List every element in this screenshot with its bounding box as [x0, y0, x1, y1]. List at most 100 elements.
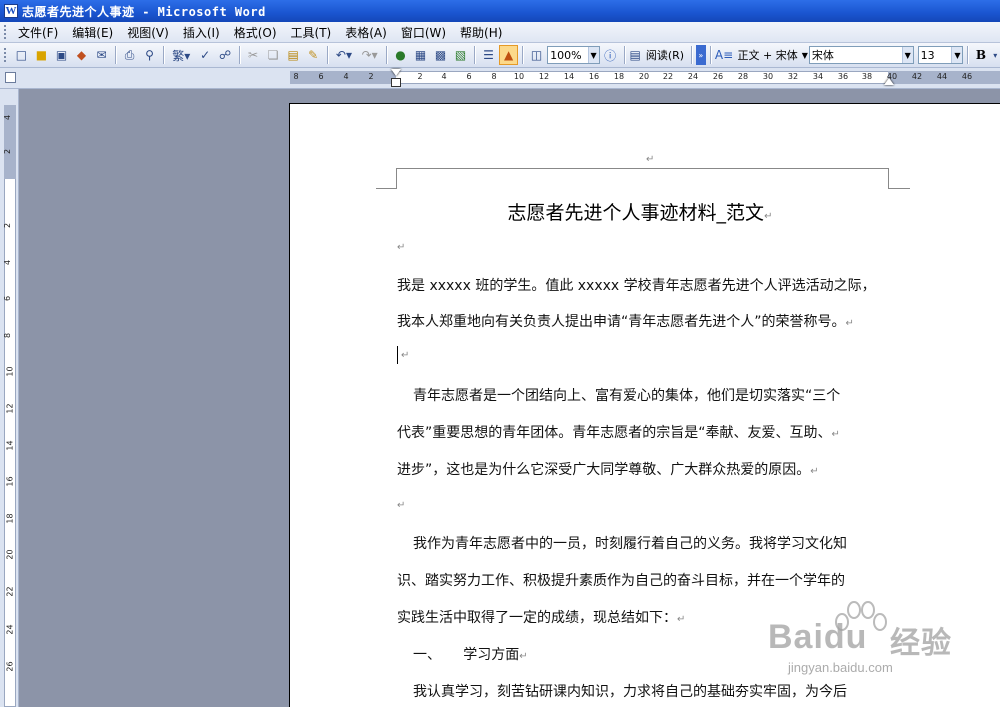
new-document-icon[interactable]: □ — [12, 45, 31, 65]
ruler-tick: 30 — [762, 72, 774, 81]
baidu-jingyan-watermark: Baidu 经验 jingyan.baidu.com — [768, 600, 988, 690]
body-line[interactable]: 我作为青年志愿者中的一员，时刻履行着自己的义务。我将学习文化知 — [413, 533, 847, 553]
toolbar-separator — [163, 46, 164, 64]
document-map-icon[interactable]: ◫ — [527, 45, 546, 65]
menu-tools[interactable]: 工具(T) — [284, 24, 339, 41]
vruler-tick: 12 — [5, 403, 15, 414]
chevron-down-icon[interactable]: ▼ — [901, 47, 913, 63]
menu-insert[interactable]: 插入(I) — [176, 24, 227, 41]
ruler-tick: 16 — [588, 72, 600, 81]
paragraph-mark-icon: ↵ — [397, 500, 406, 511]
style-dropdown-icon[interactable]: ▼ — [802, 51, 808, 60]
print-preview-icon[interactable]: ⚲ — [140, 45, 159, 65]
header-rule — [376, 188, 396, 189]
permission-icon[interactable]: ◆ — [72, 45, 91, 65]
hyperlink-icon[interactable]: ● — [391, 45, 410, 65]
drawing-icon[interactable]: ▲ — [499, 45, 519, 65]
copy-icon[interactable]: ❏ — [264, 45, 283, 65]
font-value: 宋体 — [811, 49, 834, 62]
paragraph-mark-icon: ↵ — [397, 242, 406, 253]
body-line[interactable]: 我是 xxxxx 班的学生。值此 xxxxx 学校青年志愿者先进个人评选活动之际… — [397, 275, 876, 295]
insert-table-icon[interactable]: ▩ — [431, 45, 450, 65]
body-line[interactable]: 青年志愿者是一个团结向上、富有爱心的集体，他们是切实落实“三个 — [413, 385, 840, 405]
email-icon[interactable]: ✉ — [92, 45, 111, 65]
ruler-tick: 18 — [613, 72, 625, 81]
traditional-chinese-icon[interactable]: 繁▾ — [168, 45, 195, 65]
ruler-tick: 44 — [936, 72, 948, 81]
zoom-combo[interactable]: 100% ▼ — [547, 46, 600, 64]
word-app-icon[interactable]: W — [4, 4, 18, 18]
ruler-tick: 24 — [687, 72, 699, 81]
left-indent-marker[interactable] — [391, 78, 401, 87]
toolbar-options-icon[interactable]: » — [696, 45, 706, 65]
body-line[interactable]: 代表”重要思想的青年团体。青年志愿者的宗旨是“奉献、友爱、互助、↵ — [397, 422, 840, 442]
toolbar-separator — [115, 46, 116, 64]
ruler-tick: 34 — [812, 72, 824, 81]
spelling-icon[interactable]: ✓ — [196, 45, 215, 65]
vertical-ruler[interactable]: 4 2 2 4 6 8 10 12 14 16 18 20 22 24 26 — [0, 89, 19, 707]
ruler-tick: 2 — [368, 72, 374, 81]
font-size-combo[interactable]: 13 ▼ — [917, 46, 964, 64]
menu-format[interactable]: 格式(O) — [227, 24, 284, 41]
watermark-brand: Baidu — [768, 618, 868, 656]
horizontal-ruler[interactable]: 8 6 4 2 2 4 6 8 10 12 14 16 18 20 22 24 … — [0, 68, 1000, 89]
vruler-tick: 6 — [3, 295, 13, 302]
section-heading[interactable]: 一、 学习方面↵ — [413, 644, 528, 664]
menu-edit[interactable]: 编辑(E) — [65, 24, 120, 41]
cut-icon[interactable]: ✂ — [244, 45, 263, 65]
chevron-down-icon[interactable]: ▼ — [587, 47, 599, 63]
undo-icon[interactable]: ↶▾ — [332, 45, 357, 65]
ruler-tick: 6 — [318, 72, 324, 81]
more-formatting-icon[interactable]: ▾ — [991, 45, 1000, 65]
right-indent-marker[interactable] — [884, 78, 894, 85]
toolbar-grip[interactable] — [4, 48, 7, 62]
redo-icon[interactable]: ↷▾ — [357, 45, 382, 65]
save-icon[interactable]: ▣ — [52, 45, 71, 65]
menu-table[interactable]: 表格(A) — [338, 24, 394, 41]
tables-borders-icon[interactable]: ▦ — [411, 45, 430, 65]
text-cursor — [397, 346, 398, 364]
ruler-tick: 28 — [737, 72, 749, 81]
paste-icon[interactable]: ▤ — [284, 45, 303, 65]
font-combo[interactable]: 宋体 ▼ — [808, 46, 914, 64]
menu-view[interactable]: 视图(V) — [120, 24, 176, 41]
paragraph-mark-icon: ↵ — [677, 614, 686, 625]
vruler-tick: 2 — [3, 222, 13, 229]
vruler-tick: 18 — [5, 513, 15, 524]
body-line[interactable]: 实践生活中取得了一定的成绩，现总结如下：↵ — [397, 607, 685, 627]
paragraph-mark-icon: ↵ — [845, 318, 854, 329]
read-mode-icon[interactable]: ▤ — [629, 45, 642, 65]
menu-help[interactable]: 帮助(H) — [453, 24, 509, 41]
research-icon[interactable]: ☍ — [216, 45, 235, 65]
watermark-url: jingyan.baidu.com — [788, 660, 893, 675]
toolbar-separator — [386, 46, 387, 64]
menu-bar: 文件(F) 编辑(E) 视图(V) 插入(I) 格式(O) 工具(T) 表格(A… — [0, 22, 1000, 43]
open-folder-icon[interactable]: ■ — [32, 45, 51, 65]
menu-window[interactable]: 窗口(W) — [394, 24, 453, 41]
bold-button[interactable]: B — [972, 48, 989, 62]
ruler-tick: 22 — [662, 72, 674, 81]
toolbar-separator — [326, 46, 328, 64]
chevron-down-icon[interactable]: ▼ — [951, 47, 963, 63]
first-line-indent-marker[interactable] — [391, 69, 401, 76]
menu-grip[interactable] — [4, 25, 7, 39]
columns-icon[interactable]: ☰ — [479, 45, 498, 65]
print-icon[interactable]: ⎙ — [120, 45, 139, 65]
menu-file[interactable]: 文件(F) — [11, 24, 65, 41]
body-line[interactable]: 识、踏实努力工作、积极提升素质作为自己的奋斗目标，并在一个学年的 — [397, 570, 845, 590]
body-line[interactable]: 进步”，这也是为什么它深受广大同学尊敬、广大群众热爱的原因。↵ — [397, 459, 819, 479]
tab-selector[interactable] — [5, 72, 16, 83]
body-line[interactable]: 我本人郑重地向有关负责人提出申请“青年志愿者先进个人”的荣誉称号。↵ — [397, 311, 854, 331]
read-mode-button[interactable]: 阅读(R) — [643, 47, 687, 63]
insert-excel-icon[interactable]: ▧ — [451, 45, 470, 65]
ruler-tick: 26 — [712, 72, 724, 81]
help-icon[interactable]: ⓘ — [601, 45, 620, 65]
vruler-tick: 22 — [5, 586, 15, 597]
toolbar-separator — [474, 46, 475, 64]
styles-formatting-icon[interactable]: A≡ — [715, 45, 734, 65]
format-painter-icon[interactable]: ✎ — [304, 45, 323, 65]
watermark-suffix: 经验 — [890, 627, 952, 660]
document-title[interactable]: 志愿者先进个人事迹材料_范文↵ — [390, 198, 890, 225]
style-value[interactable]: 正文 + 宋体 — [735, 47, 801, 63]
toolbar-separator — [967, 46, 969, 64]
